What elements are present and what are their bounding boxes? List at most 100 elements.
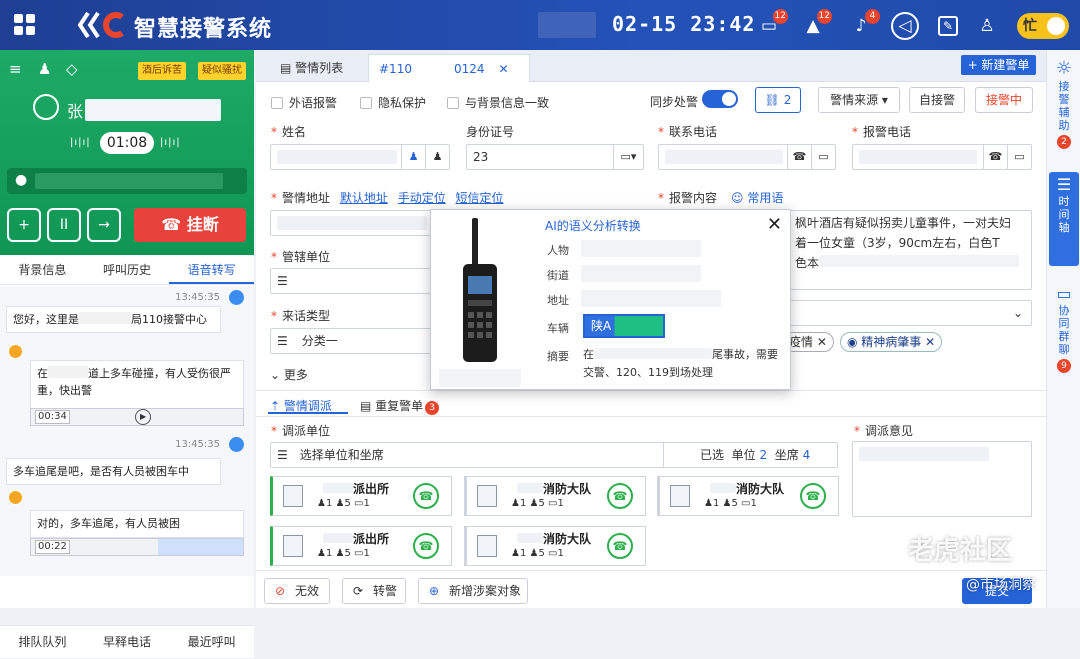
sync-toggle[interactable] [702, 90, 738, 108]
phone-icon[interactable]: ☎ [983, 145, 1007, 169]
collab-chat-button[interactable]: ▭ 协同群聊 9 [1047, 284, 1080, 373]
extra-select[interactable]: ⌄ [786, 300, 1032, 326]
jurisdiction-select[interactable]: ☰ [270, 268, 450, 294]
transfer-button[interactable]: ⟳ 转警 [342, 578, 406, 604]
close-icon[interactable]: ✕ [767, 214, 782, 235]
dispatch-unit-select[interactable]: ☰ 选择单位和坐席 已选 单位 2 坐席 4 [270, 442, 838, 468]
unit-card[interactable]: 消防大队 ♟1 ♟5 ▭1 ☎ [464, 476, 646, 516]
phone-icon[interactable]: ☎ [607, 483, 633, 509]
unit-name: 派出所 [323, 480, 389, 497]
source-dropdown[interactable]: 警情来源 ▾ [818, 87, 900, 113]
recent-calls-button[interactable]: 最近呼叫 [169, 626, 254, 658]
audio-player[interactable]: 00:22 [30, 538, 244, 556]
manual-locate-link[interactable]: 手动定位 [398, 191, 446, 205]
person-label: 人物 [547, 244, 569, 257]
phone-down-icon: ☎ [161, 215, 187, 234]
phone-icon[interactable]: ☎ [413, 483, 439, 509]
tab-background-info[interactable]: 背景信息 [0, 255, 85, 284]
caller-name: 张 [67, 98, 222, 122]
default-address-link[interactable]: 默认地址 [340, 191, 388, 205]
timeline-button[interactable]: ☰ 时间轴 [1049, 172, 1079, 266]
status-knob [1047, 17, 1065, 35]
checkbox-privacy[interactable]: 隐私保护 [360, 94, 426, 111]
contact-input[interactable]: ☎ ▭ [658, 144, 836, 170]
divider [256, 416, 1046, 417]
list-icon: ☰ [277, 274, 288, 288]
queue-button[interactable]: 排队队列 [0, 626, 85, 658]
street-value [581, 265, 701, 282]
unit-card[interactable]: 消防大队 ♟1 ♟5 ▭1 ☎ [657, 476, 839, 516]
play-icon[interactable]: ▶ [135, 409, 152, 425]
common-phrase-link[interactable]: ☺ 常用语 [731, 191, 783, 205]
phone-icon[interactable]: ☎ [787, 145, 811, 169]
close-tab-icon[interactable]: ✕ [499, 62, 509, 76]
tab-current-alarm[interactable]: #110 0124 ✕ [368, 54, 530, 82]
caller-avatar-small [8, 344, 23, 359]
chevron-down-icon: ⌄ [1012, 306, 1023, 320]
self-receive-button[interactable]: 自接警 [909, 87, 965, 113]
sms-locate-link[interactable]: 短信定位 [456, 191, 504, 205]
checkbox-foreign[interactable]: 外语报警 [271, 94, 337, 111]
person-icon[interactable]: ♟ [401, 145, 425, 169]
dispatch-unit-label: * 调派单位 [271, 424, 331, 438]
plate-badge: 陕A [583, 314, 665, 338]
message-icon[interactable]: ▭ 12 [757, 9, 788, 38]
unit-counts: ♟1 ♟5 ▭1 [511, 498, 564, 509]
transfer-call-button[interactable]: → [87, 208, 121, 242]
add-call-button[interactable]: + [7, 208, 41, 242]
tab-call-history[interactable]: 呼叫历史 [85, 255, 170, 284]
invalid-button[interactable]: ⊘ 无效 [264, 578, 330, 604]
address-input[interactable] [270, 210, 450, 236]
id-card-icon[interactable]: ▭▾ [613, 145, 643, 169]
masked-field [538, 12, 596, 38]
unit-card[interactable]: 消防大队 ♟1 ♟5 ▭1 ☎ [464, 526, 646, 566]
sms-icon[interactable]: ▭ [1007, 145, 1031, 169]
audio-player[interactable]: 00:34 ▶ [30, 408, 244, 426]
sms-icon[interactable]: ▭ [811, 145, 835, 169]
voice-wave-left: |ı|ı| [70, 137, 91, 148]
receiving-button[interactable]: 接警中 [975, 87, 1033, 113]
tab-duplicate[interactable]: ▤ 重复警单 3 [360, 397, 440, 415]
person-search-icon[interactable]: ♟ [425, 145, 449, 169]
user-settings-icon[interactable]: ♟ [38, 60, 56, 78]
timeline-icon: ☰ [1056, 175, 1072, 194]
id-label: 身份证号 [466, 125, 515, 139]
call-type-select[interactable]: ☰ 分类一 [270, 328, 450, 354]
id-input[interactable]: 23 ▭▾ [466, 144, 644, 170]
tab-transcription[interactable]: 语音转写 [169, 255, 255, 284]
new-alarm-button[interactable]: + 新建警单 [961, 55, 1036, 75]
tag-icon[interactable]: ◇ [66, 60, 84, 78]
agent-avatar [229, 437, 244, 452]
agent-message: 多车追尾是吧，是否有人员被困车中 [6, 458, 221, 485]
hangup-button[interactable]: ☎ 挂断 [134, 208, 246, 242]
more-toggle[interactable]: ⌄ 更多 [270, 366, 308, 383]
phone-icon[interactable]: ☎ [800, 483, 826, 509]
tab-alarm-list[interactable]: ▤ 警情列表 [270, 54, 362, 82]
unit-card[interactable]: 派出所 ♟1 ♟5 ▭1 ☎ [270, 526, 452, 566]
assist-panel-button[interactable]: ☼ 接警辅助 2 [1047, 58, 1080, 149]
user-check-icon[interactable]: ♙ [975, 14, 999, 38]
app-title: 智慧接警系统 [134, 17, 273, 42]
report-phone-input[interactable]: ☎ ▭ [852, 144, 1032, 170]
list-icon: ☰ [277, 334, 288, 348]
status-toggle[interactable]: 忙 [1017, 13, 1069, 39]
contact-label: * 联系电话 [658, 125, 718, 139]
volume-icon[interactable]: ◁ [891, 12, 919, 40]
chip-mental[interactable]: ◉ 精神病肇事 ✕ [840, 332, 943, 352]
name-input[interactable]: ♟ ♟ [270, 144, 450, 170]
phone-icon[interactable]: ☎ [413, 533, 439, 559]
bell-icon[interactable]: ♪ 4 [849, 9, 880, 38]
hold-call-button[interactable]: II [47, 208, 81, 242]
opinion-textarea[interactable] [852, 441, 1032, 517]
unit-card[interactable]: 派出所 ♟1 ♟5 ▭1 ☎ [270, 476, 452, 516]
alarm-light-icon[interactable]: ▲ 12 [801, 9, 832, 38]
edit-icon[interactable]: ✎ [938, 16, 958, 36]
checkbox-consistent[interactable]: 与背景信息一致 [447, 94, 549, 111]
phone-icon[interactable]: ☎ [607, 533, 633, 559]
app-grid-icon[interactable] [14, 14, 36, 36]
link-button[interactable]: ⛓ 2 [755, 87, 801, 113]
early-release-button[interactable]: 早释电话 [85, 626, 170, 658]
menu-icon[interactable]: ≡ [9, 60, 27, 78]
add-object-button[interactable]: ⊕ 新增涉案对象 [418, 578, 528, 604]
lightbulb-icon: ☼ [1055, 58, 1073, 79]
